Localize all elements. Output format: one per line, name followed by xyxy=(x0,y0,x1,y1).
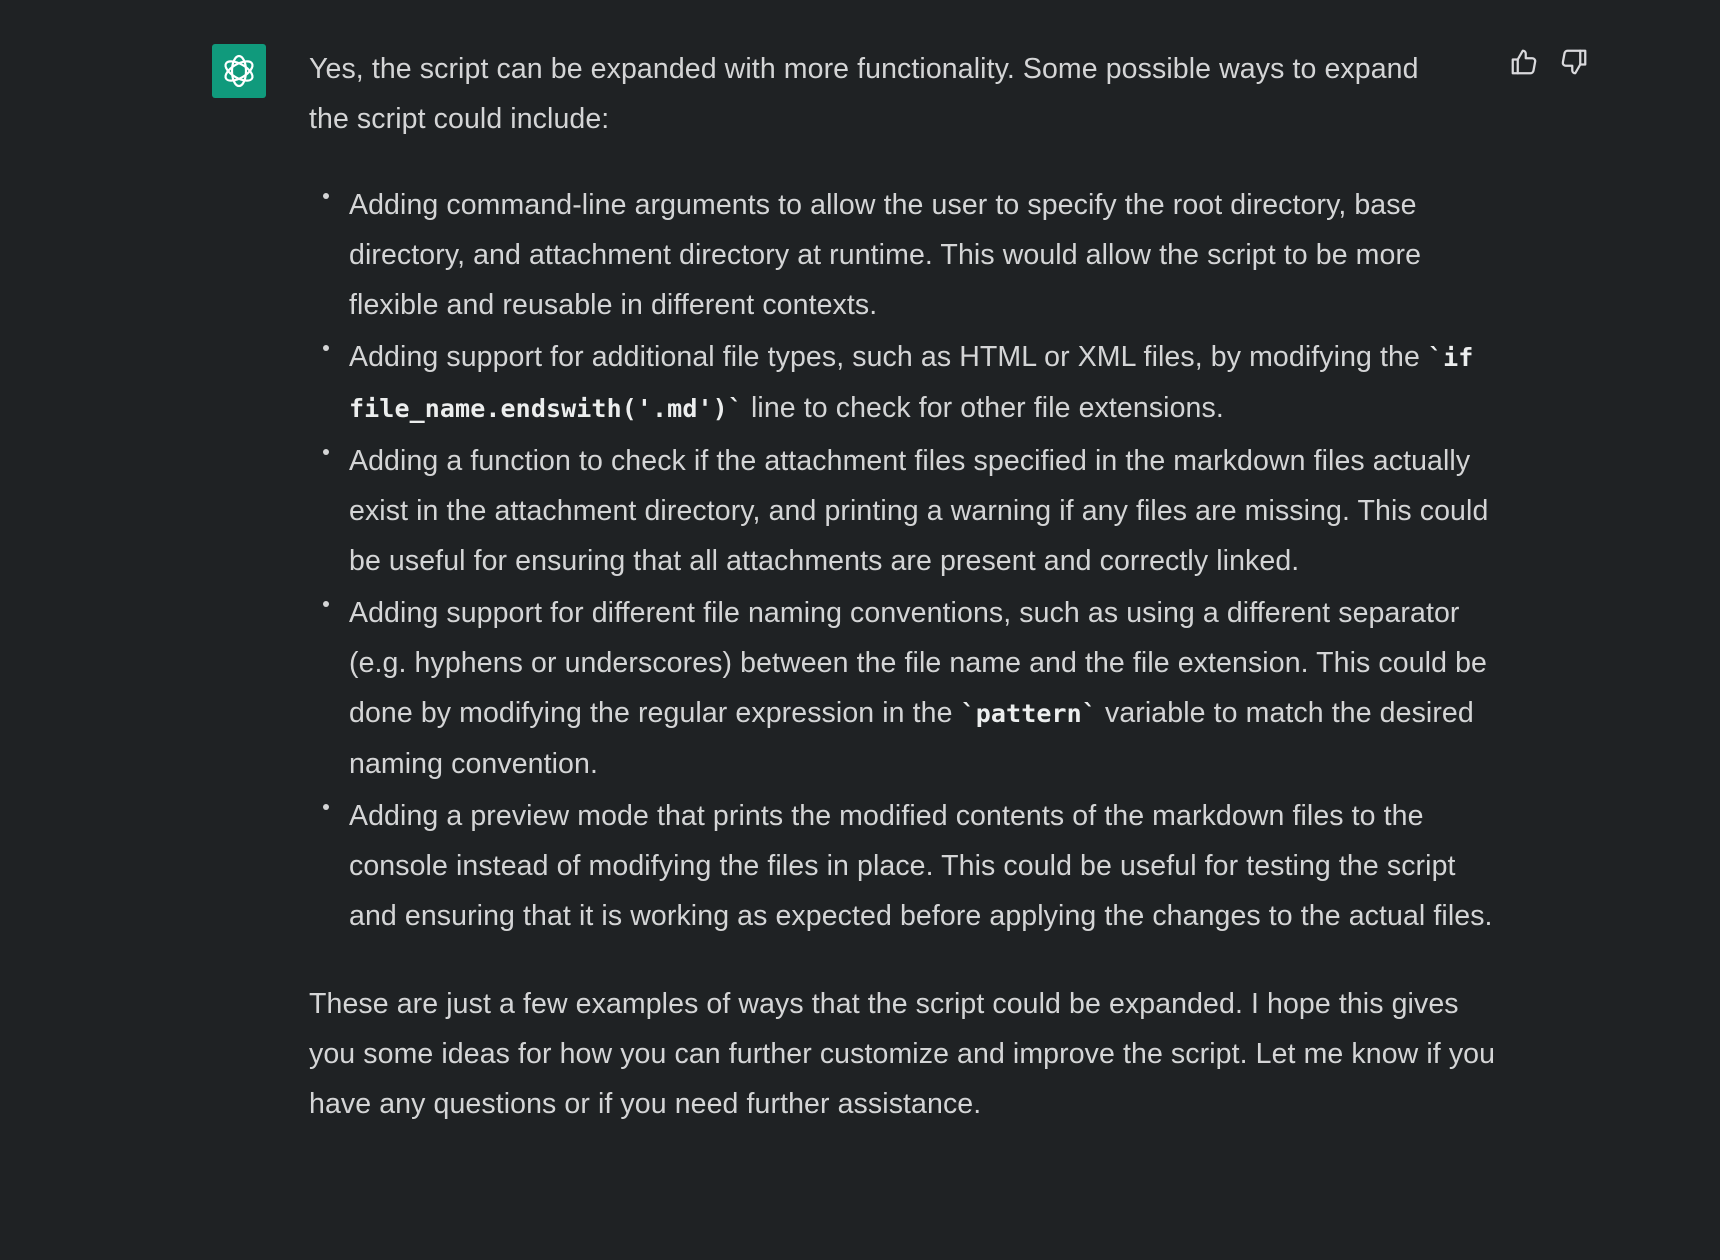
bullet-icon xyxy=(323,449,329,455)
list-item: Adding command-line arguments to allow t… xyxy=(309,180,1509,330)
list-item-text: Adding support for additional file types… xyxy=(349,341,1428,373)
intro-paragraph: Yes, the script can be expanded with mor… xyxy=(309,53,1419,135)
list-item-text: line to check for other file extensions. xyxy=(742,392,1224,424)
thumbs-up-button[interactable] xyxy=(1508,46,1540,78)
bullet-icon xyxy=(323,345,329,351)
feedback-buttons xyxy=(1508,46,1590,78)
openai-logo-icon xyxy=(224,54,254,88)
bullet-icon xyxy=(323,601,329,607)
bullet-icon xyxy=(323,193,329,199)
list-item: Adding support for additional file types… xyxy=(309,332,1509,434)
inline-code: `pattern` xyxy=(960,699,1097,728)
assistant-message: Yes, the script can be expanded with mor… xyxy=(212,44,1592,1244)
thumbs-up-icon xyxy=(1511,49,1537,75)
list-item-text: Adding a preview mode that prints the mo… xyxy=(349,800,1493,932)
list-item: Adding a function to check if the attach… xyxy=(309,436,1509,586)
message-content: Yes, the script can be expanded with mor… xyxy=(309,44,1509,1129)
list-item-text: Adding command-line arguments to allow t… xyxy=(349,189,1422,321)
list-item: Adding support for different file naming… xyxy=(309,588,1509,789)
suggestion-list: Adding command-line arguments to allow t… xyxy=(309,180,1509,941)
thumbs-down-button[interactable] xyxy=(1558,46,1590,78)
bullet-icon xyxy=(323,804,329,810)
assistant-avatar xyxy=(212,44,266,98)
list-item-text: Adding a function to check if the attach… xyxy=(349,445,1489,577)
thumbs-down-icon xyxy=(1561,49,1587,75)
list-item: Adding a preview mode that prints the mo… xyxy=(309,791,1509,941)
outro-paragraph: These are just a few examples of ways th… xyxy=(309,988,1496,1120)
